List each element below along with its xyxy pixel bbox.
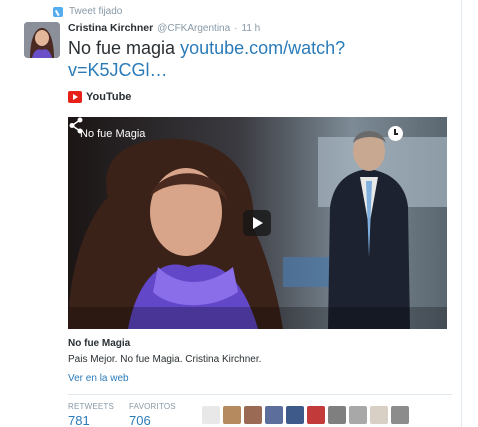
favoriter-avatar[interactable] — [265, 406, 283, 424]
tweet-text: No fue magia youtube.com/watch?v=K5JCGl… — [68, 37, 398, 81]
video-player[interactable]: No fue Magia — [68, 117, 447, 329]
author-name[interactable]: Cristina Kirchner — [68, 22, 153, 34]
pin-icon — [53, 6, 63, 17]
favoriter-avatar[interactable] — [286, 406, 304, 424]
card-source[interactable]: YouTube — [68, 91, 131, 103]
retweets-label: RETWEETS — [68, 402, 115, 411]
tweet-timestamp[interactable]: 11 h — [242, 23, 261, 34]
card-description: Pais Mejor. No fue Magia. Cristina Kirch… — [68, 354, 262, 365]
favoriter-avatar[interactable] — [349, 406, 367, 424]
pinned-label: Tweet fijado — [69, 6, 123, 17]
tweet-container: Tweet fijado Cristina Kirchner @CFKArgen… — [0, 0, 462, 427]
card-source-label: YouTube — [86, 91, 132, 103]
watch-later-icon[interactable] — [388, 126, 403, 141]
retweets-stat[interactable]: RETWEETS 781 — [68, 402, 114, 427]
video-title: No fue Magia — [80, 128, 146, 140]
favoriter-avatar[interactable] — [307, 406, 325, 424]
youtube-icon — [68, 91, 82, 103]
favoriter-avatar[interactable] — [244, 406, 262, 424]
share-icon[interactable] — [68, 117, 84, 134]
author-handle[interactable]: @CFKArgentina — [157, 23, 230, 34]
favoriter-avatar[interactable] — [202, 406, 220, 424]
favoriter-avatar[interactable] — [328, 406, 346, 424]
retweets-count: 781 — [68, 413, 90, 427]
tweet-header: Cristina Kirchner @CFKArgentina · 11 h — [68, 22, 260, 34]
avatar-image — [24, 22, 60, 58]
card-title[interactable]: No fue Magia — [68, 338, 130, 349]
favoriter-avatar[interactable] — [223, 406, 241, 424]
divider — [68, 394, 452, 395]
separator: · — [234, 23, 238, 34]
avatar[interactable] — [24, 22, 60, 58]
tweet-text-body: No fue magia — [68, 38, 181, 58]
favorites-count: 706 — [129, 413, 151, 427]
favoriters-avatars — [202, 406, 409, 424]
pinned-indicator: Tweet fijado — [53, 6, 122, 17]
favoriter-avatar[interactable] — [370, 406, 388, 424]
favoriter-avatar[interactable] — [391, 406, 409, 424]
favorites-stat[interactable]: FAVORITOS 706 — [129, 402, 176, 427]
view-on-web-link[interactable]: Ver en la web — [68, 373, 129, 384]
play-button[interactable] — [243, 210, 271, 236]
favorites-label: FAVORITOS — [129, 402, 176, 411]
